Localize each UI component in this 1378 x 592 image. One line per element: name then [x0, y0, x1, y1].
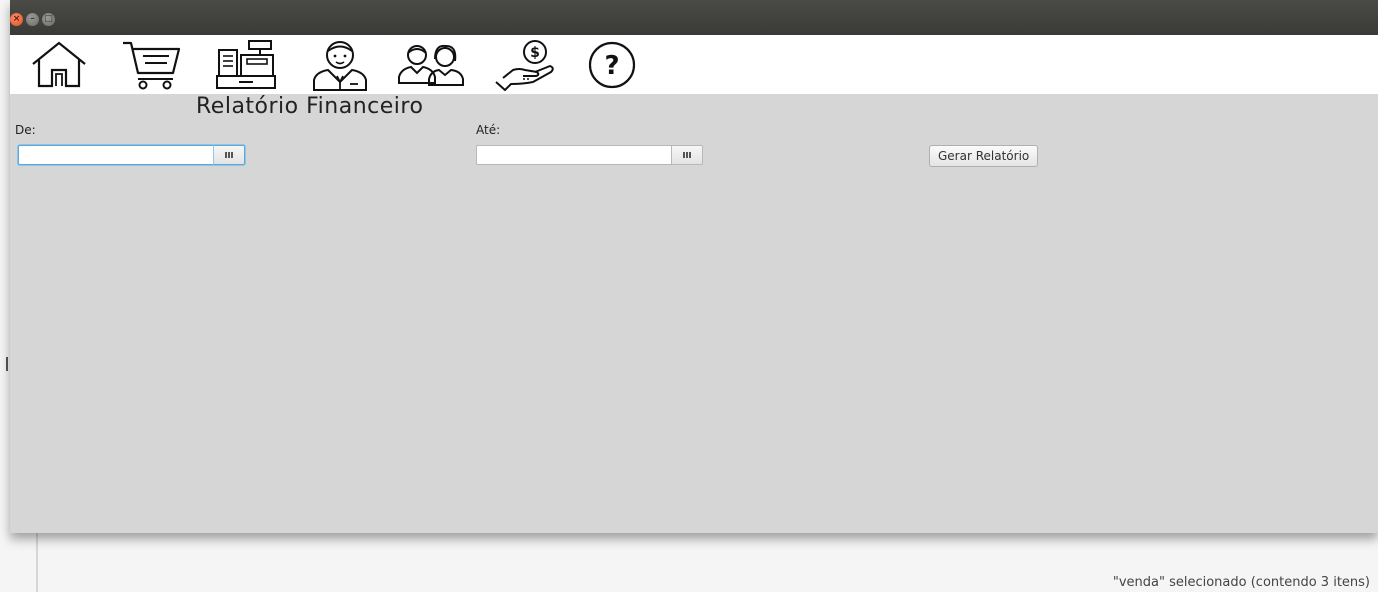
resize-handle: [6, 357, 8, 371]
shopping-cart-icon: [123, 41, 181, 89]
minimize-button[interactable]: –: [26, 13, 39, 26]
page-title: Relatório Financeiro: [196, 94, 424, 119]
calendar-icon: [682, 152, 692, 158]
to-date-picker: [476, 145, 703, 165]
financial-report-window: × – □ $ ? Relatório Financeiro De: Até: …: [10, 0, 1378, 533]
from-calendar-button[interactable]: [214, 145, 245, 165]
to-date-input[interactable]: [476, 145, 672, 165]
to-calendar-button[interactable]: [672, 145, 703, 165]
sales-cart-button[interactable]: [120, 37, 184, 92]
maximize-button[interactable]: □: [42, 13, 55, 26]
financial-button[interactable]: $: [492, 37, 560, 92]
report-panel: Relatório Financeiro De: Até: Gerar Rela…: [10, 94, 1378, 533]
clients-button[interactable]: [396, 37, 466, 92]
main-toolbar: $ ?: [10, 35, 1378, 94]
from-date-input[interactable]: [18, 145, 214, 165]
cash-register-icon: [216, 39, 276, 89]
dollar-sign: $: [530, 45, 540, 61]
home-button[interactable]: [28, 37, 90, 92]
status-text: "venda" selecionado (contendo 3 itens): [1112, 575, 1370, 590]
title-bar: × – □: [10, 0, 1378, 35]
help-button[interactable]: ?: [582, 37, 642, 92]
from-date-picker: [18, 145, 245, 165]
calendar-icon: [224, 152, 234, 158]
sidebar-divider: [36, 530, 38, 592]
employees-button[interactable]: [308, 37, 372, 92]
generate-report-button[interactable]: Gerar Relatório: [929, 145, 1039, 167]
help-question-mark: ?: [604, 51, 619, 81]
help-icon: ?: [588, 41, 636, 88]
to-date-label: Até:: [476, 123, 501, 137]
close-button[interactable]: ×: [10, 13, 23, 26]
cash-register-button[interactable]: [214, 37, 278, 92]
from-date-label: De:: [15, 123, 36, 137]
home-icon: [32, 41, 86, 87]
employee-icon: [313, 40, 367, 91]
payment-icon: $: [495, 39, 554, 91]
clients-icon: [398, 44, 464, 86]
